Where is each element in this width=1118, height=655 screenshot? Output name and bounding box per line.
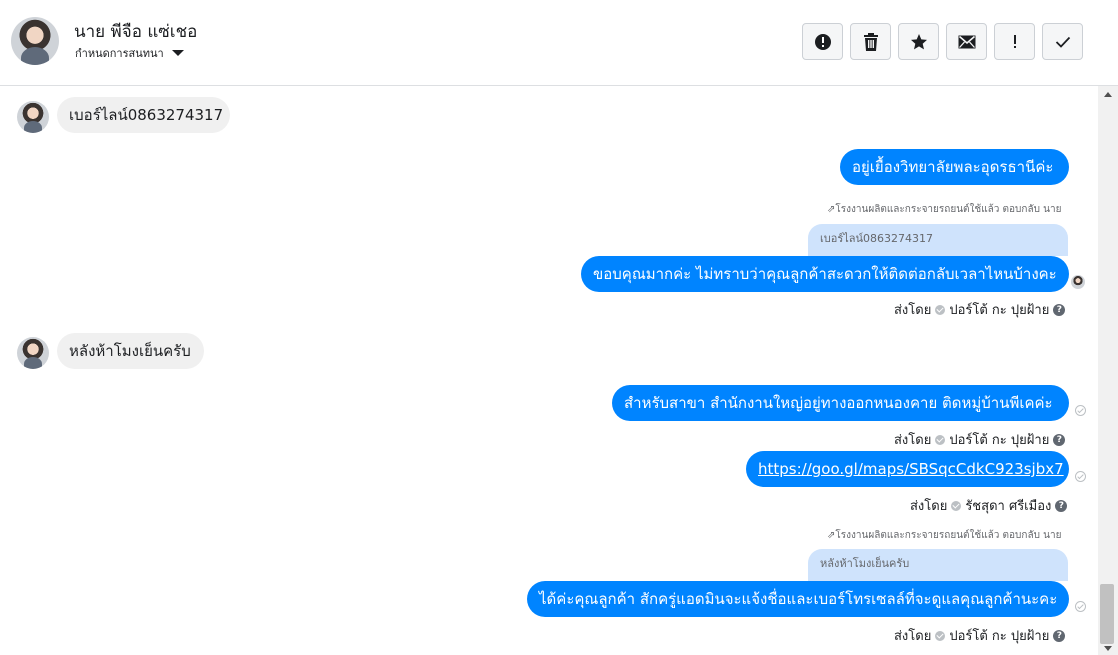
- alert-icon: [814, 33, 831, 50]
- conversation-header: นาย พีจือ แซ่เชอ กำหนดการสนทนา: [0, 0, 1118, 86]
- sent-by-name: ปอร์โต้ กะ ปุยฝ้าย: [949, 629, 1050, 644]
- quoted-message[interactable]: หลังห้าโมงเย็นครับ: [808, 549, 1068, 581]
- scroll-up-arrow-icon[interactable]: [1104, 92, 1112, 97]
- sent-check-icon: [935, 434, 946, 445]
- reply-info: ⇗โรงงานผลิตและกระจายรถยนต์ใช้แล้ว ตอบกลั…: [827, 202, 1061, 217]
- sent-by-prefix: ส่งโดย: [894, 629, 932, 644]
- scroll-thumb[interactable]: [1100, 584, 1114, 644]
- sent-by-info: ส่งโดย ปอร์โต้ กะ ปุยฝ้าย ?: [894, 429, 1066, 450]
- sent-by-prefix: ส่งโดย: [894, 433, 932, 448]
- outgoing-message[interactable]: อยู่เยื้องวิทยาลัยพละอุดรธานีค่ะ: [840, 149, 1069, 185]
- sent-check-icon: [951, 500, 962, 511]
- delivered-status-icon: [1075, 405, 1086, 416]
- outgoing-message: https://goo.gl/maps/SBSqcCdkC923sjbx7: [746, 451, 1069, 487]
- star-icon: [910, 33, 927, 49]
- envelope-icon: [958, 35, 975, 48]
- sent-by-info: ส่งโดย ปอร์โต้ กะ ปุยฝ้าย ?: [894, 625, 1066, 646]
- sender-avatar: [17, 337, 49, 369]
- sent-by-info: ส่งโดย ปอร์โต้ กะ ปุยฝ้าย ?: [894, 299, 1066, 320]
- contact-name[interactable]: นาย พีจือ แซ่เชอ: [74, 18, 197, 45]
- mark-spam-button[interactable]: [802, 23, 843, 60]
- caret-down-icon: [171, 50, 184, 56]
- help-icon[interactable]: ?: [1053, 629, 1066, 642]
- message-link[interactable]: https://goo.gl/maps/SBSqcCdkC923sjbx7: [758, 460, 1064, 478]
- seen-avatar: [1071, 275, 1085, 289]
- help-icon[interactable]: ?: [1053, 303, 1066, 316]
- sent-by-name: ปอร์โต้ กะ ปุยฝ้าย: [949, 303, 1050, 318]
- sent-check-icon: [935, 304, 946, 315]
- sender-avatar: [17, 101, 49, 133]
- trash-icon: [863, 32, 878, 51]
- outgoing-message[interactable]: สำหรับสาขา สำนักงานใหญ่อยู่ทางออกหนองคาย…: [612, 385, 1069, 421]
- scroll-down-arrow-icon[interactable]: [1104, 646, 1112, 651]
- reply-info: ⇗โรงงานผลิตและกระจายรถยนต์ใช้แล้ว ตอบกลั…: [827, 528, 1061, 543]
- quoted-message[interactable]: เบอร์ไลน์0863274317: [808, 224, 1068, 256]
- sent-by-name: รัชสุดา ศรีเมือง: [965, 499, 1052, 514]
- outgoing-message[interactable]: ได้ค่ะคุณลูกค้า สักครู่แอดมินจะแจ้งชื่อแ…: [527, 581, 1069, 617]
- mark-unread-button[interactable]: [946, 23, 987, 60]
- exclamation-icon: [1013, 34, 1016, 48]
- star-button[interactable]: [898, 23, 939, 60]
- incoming-message[interactable]: เบอร์ไลน์0863274317: [57, 97, 230, 133]
- sent-by-info: ส่งโดย รัชสุดา ศรีเมือง ?: [910, 495, 1068, 516]
- assign-conversation-label: กำหนดการสนทนา: [75, 47, 164, 60]
- checkmark-icon: [1055, 36, 1070, 48]
- assign-conversation-dropdown[interactable]: กำหนดการสนทนา: [75, 44, 184, 62]
- mark-done-button[interactable]: [1042, 23, 1083, 60]
- sent-by-name: ปอร์โต้ กะ ปุยฝ้าย: [949, 433, 1050, 448]
- sent-by-prefix: ส่งโดย: [894, 303, 932, 318]
- help-icon[interactable]: ?: [1053, 433, 1066, 446]
- delete-button[interactable]: [850, 23, 891, 60]
- reply-info-text: โรงงานผลิตและกระจายรถยนต์ใช้แล้ว ตอบกลับ…: [835, 204, 1062, 215]
- delivered-status-icon: [1075, 601, 1086, 612]
- reply-info-text: โรงงานผลิตและกระจายรถยนต์ใช้แล้ว ตอบกลับ…: [835, 530, 1062, 541]
- follow-up-button[interactable]: [994, 23, 1035, 60]
- sent-by-prefix: ส่งโดย: [910, 499, 948, 514]
- incoming-message[interactable]: หลังห้าโมงเย็นครับ: [57, 333, 204, 369]
- sent-check-icon: [935, 630, 946, 641]
- help-icon[interactable]: ?: [1055, 499, 1068, 512]
- message-scrollbar[interactable]: [1098, 86, 1118, 655]
- delivered-status-icon: [1075, 471, 1086, 482]
- outgoing-message[interactable]: ขอบคุณมากค่ะ ไม่ทราบว่าคุณลูกค้าสะดวกให้…: [581, 256, 1069, 292]
- contact-avatar[interactable]: [11, 17, 59, 65]
